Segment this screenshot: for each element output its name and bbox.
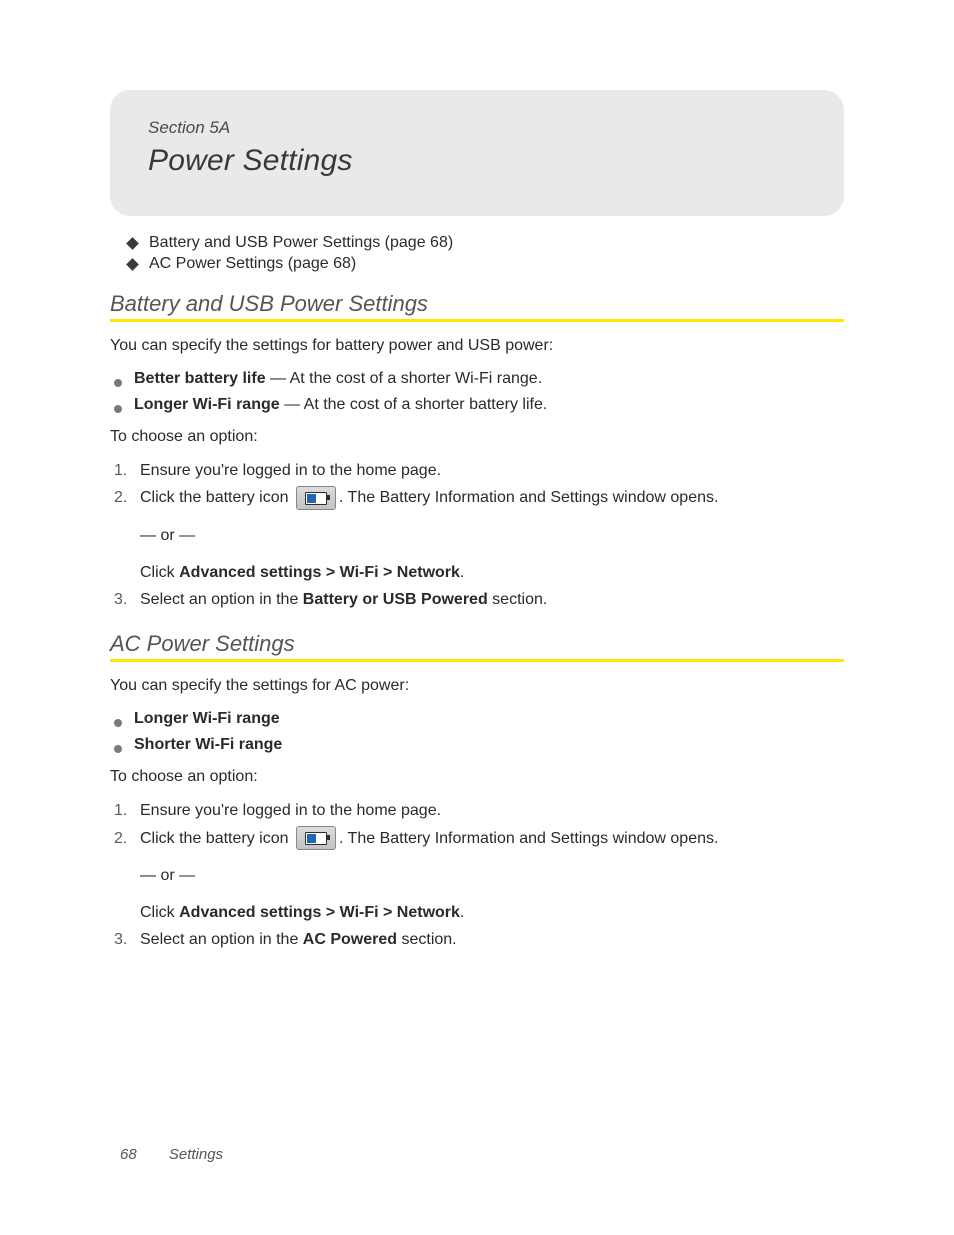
step-bold: AC Powered [303,931,397,948]
bullet-rest: — At the cost of a shorter Wi-Fi range. [266,370,543,387]
step-number: 1. [114,457,140,484]
step-item: 3. Select an option in the AC Powered se… [114,926,844,953]
bullet-item: Longer Wi-Fi range — At the cost of a sh… [114,392,844,418]
ordered-steps: 1. Ensure you're logged in to the home p… [110,457,844,613]
step-post: section. [397,931,457,948]
step-text: Click the battery icon . The Battery Inf… [140,484,844,586]
step-period: . [460,564,464,581]
bullet-bold: Longer Wi-Fi range [134,710,280,727]
intro-paragraph: You can specify the settings for battery… [110,334,844,358]
toc-item: Battery and USB Power Settings (page 68) [128,234,844,252]
step-text: Ensure you're logged in to the home page… [140,457,844,484]
step-or: — or — [140,862,844,889]
bullet-rest: — At the cost of a shorter battery life. [280,396,548,413]
step-period: . [460,904,464,921]
step-pre: Click the battery icon [140,830,293,847]
step-alt: Click Advanced settings > Wi-Fi > Networ… [140,899,844,926]
document-page: Section 5A Power Settings Battery and US… [0,0,954,1235]
battery-fill-icon [307,834,316,843]
nav-path: Advanced settings > Wi-Fi > Network [179,564,460,581]
step-item: 1. Ensure you're logged in to the home p… [114,457,844,484]
step-post: section. [488,591,548,608]
disc-icon [114,719,122,727]
step-or: — or — [140,522,844,549]
page-number: 68 [120,1146,137,1163]
battery-shell-icon [305,492,327,505]
step-click: Click [140,904,179,921]
step-number: 2. [114,825,140,927]
section-label: Section 5A [148,118,806,138]
heading-battery-usb: Battery and USB Power Settings [110,291,844,317]
page-footer: 68 Settings [120,1146,223,1163]
step-number: 3. [114,586,140,613]
battery-shell-icon [305,832,327,845]
step-number: 1. [114,797,140,824]
nav-path: Advanced settings > Wi-Fi > Network [179,904,460,921]
toc-list: Battery and USB Power Settings (page 68)… [110,234,844,273]
step-number: 2. [114,484,140,586]
bullet-item: Longer Wi-Fi range [114,706,844,732]
toc-item: AC Power Settings (page 68) [128,255,844,273]
step-item: 3. Select an option in the Battery or US… [114,586,844,613]
choose-label: To choose an option: [110,425,844,449]
step-text: Select an option in the Battery or USB P… [140,586,844,613]
disc-icon [114,405,122,413]
bullet-item: Better battery life — At the cost of a s… [114,366,844,392]
step-bold: Battery or USB Powered [303,591,488,608]
section-header-box: Section 5A Power Settings [110,90,844,216]
bullet-text: Longer Wi-Fi range — At the cost of a sh… [134,392,547,418]
bullet-list: Longer Wi-Fi range Shorter Wi-Fi range [110,706,844,757]
bullet-text: Better battery life — At the cost of a s… [134,366,542,392]
step-text: Select an option in the AC Powered secti… [140,926,844,953]
step-text: Click the battery icon . The Battery Inf… [140,825,844,927]
step-item: 2. Click the battery icon . The Battery … [114,484,844,586]
choose-label: To choose an option: [110,765,844,789]
section-title: Power Settings [148,144,806,178]
bullet-item: Shorter Wi-Fi range [114,732,844,758]
bullet-bold: Shorter Wi-Fi range [134,736,282,753]
step-alt: Click Advanced settings > Wi-Fi > Networ… [140,559,844,586]
bullet-text: Shorter Wi-Fi range [134,732,282,758]
step-pre: Select an option in the [140,591,303,608]
intro-paragraph: You can specify the settings for AC powe… [110,674,844,698]
battery-icon [296,486,336,510]
bullet-list: Better battery life — At the cost of a s… [110,366,844,417]
step-text: Ensure you're logged in to the home page… [140,797,844,824]
diamond-icon [126,237,139,250]
battery-icon [296,826,336,850]
heading-divider [110,319,844,322]
step-post: . The Battery Information and Settings w… [339,489,718,506]
step-number: 3. [114,926,140,953]
heading-ac-power: AC Power Settings [110,631,844,657]
footer-chapter: Settings [169,1146,223,1163]
bullet-bold: Longer Wi-Fi range [134,396,280,413]
toc-text: AC Power Settings (page 68) [149,255,356,273]
step-item: 1. Ensure you're logged in to the home p… [114,797,844,824]
battery-fill-icon [307,494,316,503]
ordered-steps: 1. Ensure you're logged in to the home p… [110,797,844,953]
bullet-bold: Better battery life [134,370,266,387]
step-click: Click [140,564,179,581]
bullet-text: Longer Wi-Fi range [134,706,280,732]
step-pre: Click the battery icon [140,489,293,506]
disc-icon [114,745,122,753]
step-pre: Select an option in the [140,931,303,948]
toc-text: Battery and USB Power Settings (page 68) [149,234,453,252]
diamond-icon [126,258,139,271]
heading-divider [110,659,844,662]
step-item: 2. Click the battery icon . The Battery … [114,825,844,927]
step-post: . The Battery Information and Settings w… [339,830,718,847]
disc-icon [114,379,122,387]
